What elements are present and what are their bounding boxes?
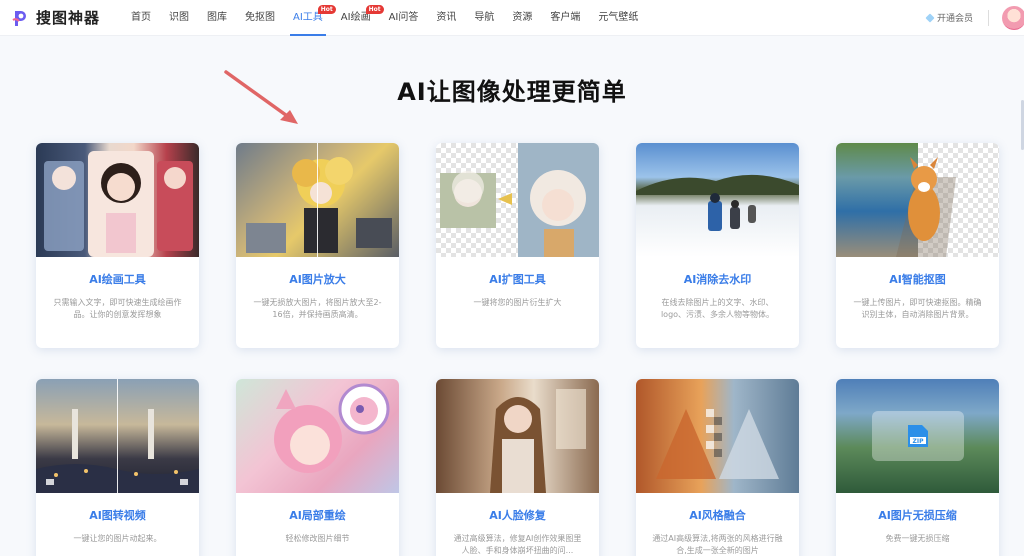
tool-card-ai-face-restore[interactable]: AI人脸修复 通过高级算法，修复AI创作效果图里人脸、手和身体崩坏扭曲的问... [436,379,599,556]
logo-text: 搜图神器 [36,9,101,27]
main-nav: 首页 识图 图库 免抠图 AI工具 Hot AI绘画 Hot AI问答 资讯 导航 … [122,0,647,36]
vip-label: 开通会员 [937,14,974,24]
tool-card-ai-painting[interactable]: AI绘画工具 只需输入文字，即可快速生成绘画作品。让你的创意发挥想象 [36,143,199,348]
card-title: AI图片无损压缩 [878,509,957,522]
card-thumbnail [236,143,399,257]
site-logo[interactable]: 搜图神器 [10,7,100,28]
nav-item-ai-painting[interactable]: AI绘画 Hot [332,0,384,36]
vip-button[interactable]: 开通会员 [925,11,974,24]
card-thumbnail [436,379,599,493]
logo-icon [12,10,26,26]
card-thumbnail [636,143,799,257]
card-description: 通过高级算法，修复AI创作效果图里人脸、手和身体崩坏扭曲的问... [453,534,582,555]
card-title: AI图转视频 [89,509,146,522]
tool-card-ai-inpaint[interactable]: AI局部重绘 轻松修改图片细节 [236,379,399,556]
card-thumbnail [236,379,399,493]
card-title: AI消除去水印 [683,273,752,286]
nav-item-client[interactable]: 客户端 [541,0,589,36]
card-thumbnail: ZIP [836,379,999,493]
card-description: 轻松修改图片细节 [285,534,350,543]
nav-item-home[interactable]: 首页 [122,0,160,36]
nav-item-gallery[interactable]: 图库 [198,0,236,36]
card-title: AI局部重绘 [289,509,346,522]
divider [988,10,989,26]
card-description: 在线去除图片上的文字、水印、logo、污渍、多余人物等物体。 [660,298,775,319]
card-thumbnail [36,143,199,257]
nav-item-ai-tools[interactable]: AI工具 Hot [284,0,336,36]
card-description: 通过AI高级算法,将两张的风格进行融合,生成一张全新的图片 [652,534,783,555]
tool-card-ai-compress[interactable]: ZIP AI图片无损压缩 免费一键无损压缩 [836,379,999,556]
red-arrow-annotation [224,70,298,124]
card-thumbnail [636,379,799,493]
card-thumbnail [36,379,199,493]
diamond-icon [925,12,935,23]
card-title: AI人脸修复 [489,509,546,522]
tool-card-ai-remove-watermark[interactable]: AI消除去水印 在线去除图片上的文字、水印、logo、污渍、多余人物等物体。 [636,143,799,348]
nav-item-cutout[interactable]: 免抠图 [236,0,284,36]
tool-card-ai-cutout[interactable]: AI智能抠图 一键上传图片，即可快速抠图。精确识别主体，自动消除图片背景。 [836,143,999,348]
card-title: AI风格融合 [689,509,746,522]
svg-text:ZIP: ZIP [913,438,925,445]
tool-card-ai-outpaint[interactable]: AI扩图工具 一键将您的图片衍生扩大 [436,143,599,348]
tool-card-ai-style-fusion[interactable]: AI风格融合 通过AI高级算法,将两张的风格进行融合,生成一张全新的图片 [636,379,799,556]
card-thumbnail [836,143,999,257]
user-avatar[interactable] [1002,6,1024,30]
top-navbar: 搜图神器 首页 识图 图库 免抠图 AI工具 Hot AI绘画 Hot AI问答 资… [0,0,1024,36]
card-description: 一键无损放大图片，将图片放大至2-16倍，并保持画质高清。 [253,298,382,319]
nav-item-resources[interactable]: 资源 [503,0,541,36]
card-description: 一键上传图片，即可快速抠图。精确识别主体，自动消除图片背景。 [853,298,982,319]
card-title: AI扩图工具 [489,273,546,286]
card-description: 免费一键无损压缩 [885,534,950,543]
nav-item-image-search[interactable]: 识图 [160,0,198,36]
tool-card-ai-upscale[interactable]: AI图片放大 一键无损放大图片，将图片放大至2-16倍，并保持画质高清。 [236,143,399,348]
nav-item-wallpaper[interactable]: 元气壁纸 [589,0,647,36]
card-description: 只需输入文字，即可快速生成绘画作品。让你的创意发挥想象 [53,298,182,319]
tool-card-ai-image-to-video[interactable]: AI图转视频 一键让您的图片动起来。 [36,379,199,556]
page-headline: AI让图像处理更简单 [397,78,627,106]
card-title: AI图片放大 [289,273,346,286]
nav-item-news[interactable]: 资讯 [427,0,465,36]
card-description: 一键让您的图片动起来。 [73,534,162,543]
card-description: 一键将您的图片衍生扩大 [473,298,562,307]
card-title: AI智能抠图 [889,273,946,286]
card-thumbnail [436,143,599,257]
nav-item-navigation[interactable]: 导航 [465,0,503,36]
card-title: AI绘画工具 [89,273,146,286]
nav-item-ai-qa[interactable]: AI问答 [380,0,428,36]
